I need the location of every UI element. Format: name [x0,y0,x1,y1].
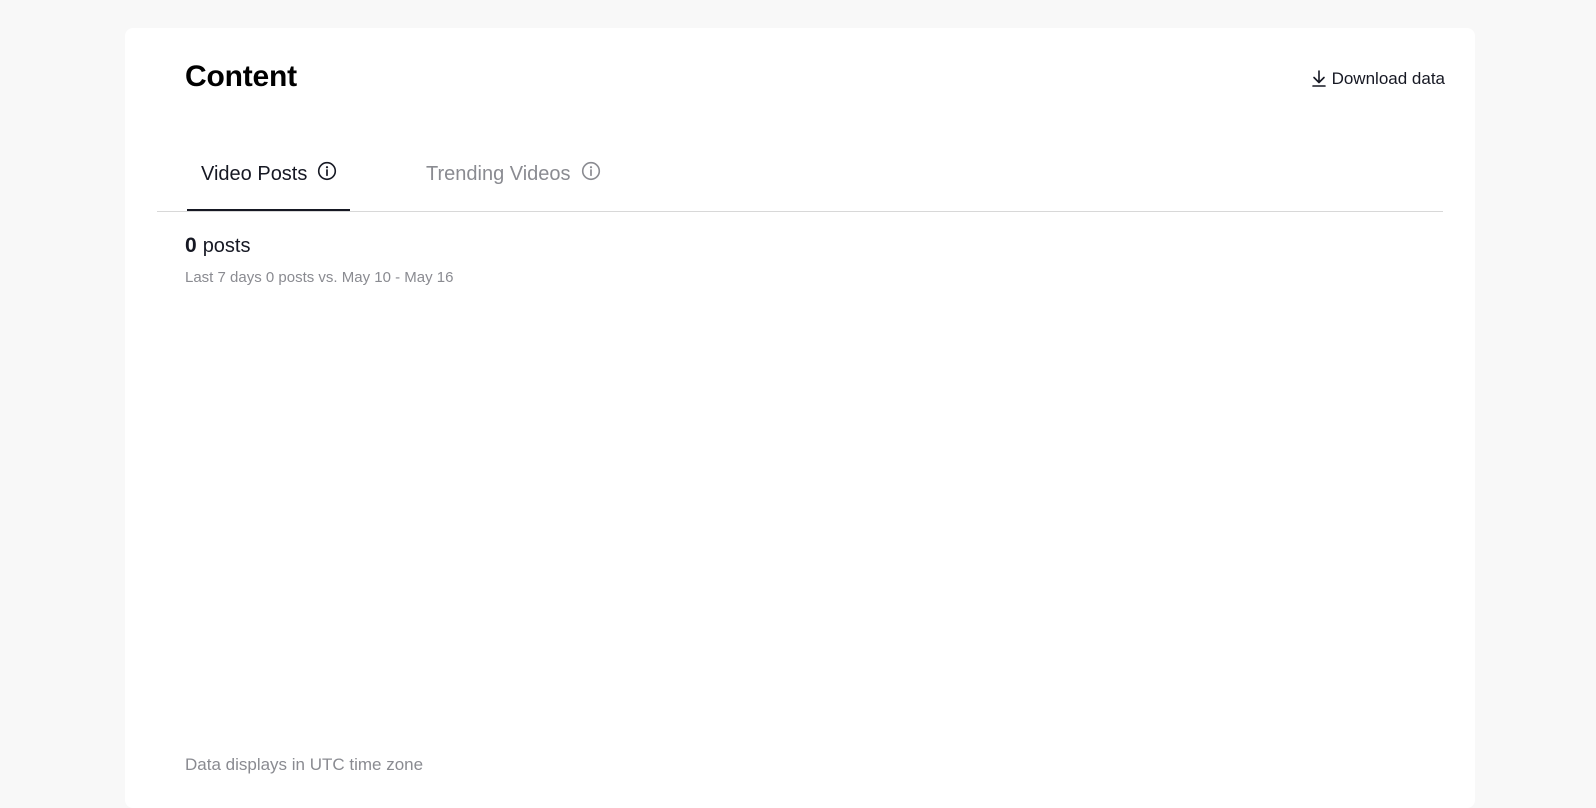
post-count-unit: posts [202,235,251,257]
info-icon[interactable] [317,161,337,187]
download-data-button[interactable]: Download data [1311,69,1445,89]
tab-video-posts[interactable]: Video Posts [187,138,351,211]
download-data-label: Download data [1331,69,1445,88]
page-title: Content [185,60,297,93]
post-count: 0 posts [185,234,251,258]
content-tabs: Video Posts Trending Videos [157,138,1443,212]
timezone-note: Data displays in UTC time zone [185,755,424,774]
post-count-value: 0 [185,234,197,257]
info-icon[interactable] [581,161,601,187]
tab-label: Trending Videos [426,162,571,185]
content-card: Content Download data Video Posts Trendi… [125,28,1475,808]
tab-label: Video Posts [201,162,308,185]
download-icon [1311,70,1327,88]
post-comparison: Last 7 days 0 posts vs. May 10 - May 16 [185,269,454,286]
tab-trending-videos[interactable]: Trending Videos [426,138,601,210]
